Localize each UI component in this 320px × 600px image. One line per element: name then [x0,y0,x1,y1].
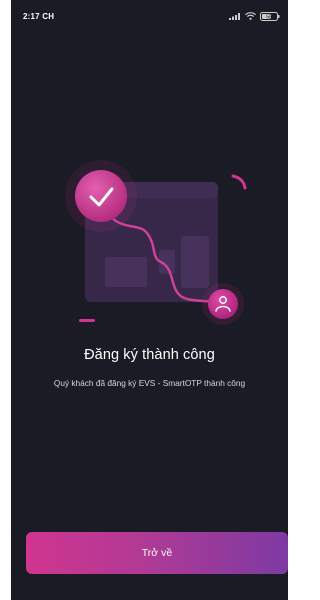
app-screen: 2:17 CH 58 Đăng ký thành công Quý khách … [11,0,288,600]
page-title: Đăng ký thành công [84,347,215,363]
user-icon [208,289,238,319]
success-illustration [65,160,247,325]
checkmark-icon [75,170,127,222]
back-button-label: Trở về [141,547,173,559]
decorative-dash [79,319,95,322]
page-subtitle: Quý khách đã đăng ký EVS - SmartOTP thàn… [53,378,246,388]
decorative-arc [231,174,247,190]
back-button[interactable]: Trở về [26,532,288,574]
